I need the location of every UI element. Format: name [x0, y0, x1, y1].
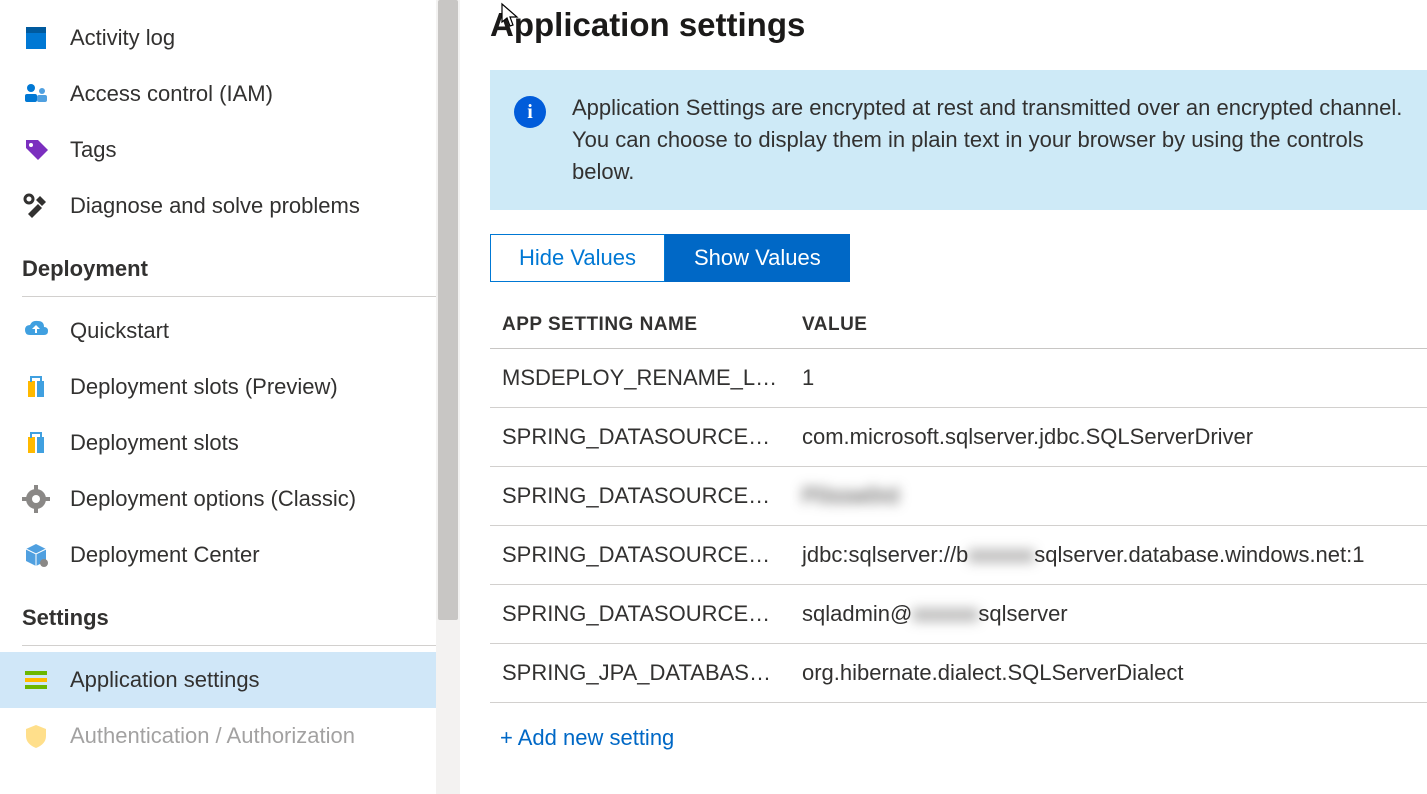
sidebar-item-deployment-options[interactable]: Deployment options (Classic)	[0, 471, 460, 527]
section-header: Deployment	[0, 234, 460, 290]
main-content: Application settings i Application Setti…	[460, 0, 1427, 794]
info-icon: i	[514, 96, 546, 128]
setting-name-cell: SPRING_JPA_DATABASE_PL…	[490, 643, 790, 702]
tag-icon	[22, 136, 50, 164]
table-row[interactable]: SPRING_DATASOURCE_US…sqladmin@xxxxxxsqls…	[490, 584, 1427, 643]
sidebar-item-label: Deployment slots (Preview)	[70, 374, 338, 400]
table-row[interactable]: MSDEPLOY_RENAME_LOC…1	[490, 348, 1427, 407]
sidebar: Activity log Access control (IAM) Tags Diag…	[0, 0, 460, 794]
setting-value-cell: P0ssw0rd	[790, 466, 1427, 525]
sidebar-item-label: Application settings	[70, 667, 260, 693]
table-row[interactable]: SPRING_DATASOURCE_DRI…com.microsoft.sqls…	[490, 407, 1427, 466]
setting-name-cell: SPRING_DATASOURCE_US…	[490, 584, 790, 643]
sidebar-item-label: Deployment options (Classic)	[70, 486, 356, 512]
scrollbar-track	[436, 0, 460, 794]
sidebar-item-diagnose[interactable]: Diagnose and solve problems	[0, 178, 460, 234]
setting-value-cell: 1	[790, 348, 1427, 407]
show-values-button[interactable]: Show Values	[665, 234, 850, 282]
sidebar-item-application-settings[interactable]: Application settings	[0, 652, 460, 708]
setting-value-cell: jdbc:sqlserver://bxxxxxxsqlserver.databa…	[790, 525, 1427, 584]
setting-value-cell: org.hibernate.dialect.SQLServerDialect	[790, 643, 1427, 702]
box-icon	[22, 541, 50, 569]
info-banner-text: Application Settings are encrypted at re…	[572, 92, 1403, 188]
add-new-setting-link[interactable]: + Add new setting	[490, 725, 674, 751]
sidebar-item-label: Authentication / Authorization	[70, 723, 355, 749]
iam-icon	[22, 80, 50, 108]
slots-icon	[22, 373, 50, 401]
slots-icon	[22, 429, 50, 457]
sidebar-item-label: Access control (IAM)	[70, 81, 273, 107]
redacted-value: xxxxxx	[968, 542, 1034, 568]
tools-icon	[22, 192, 50, 220]
auth-icon	[22, 722, 50, 750]
redacted-value: xxxxxx	[912, 601, 978, 627]
setting-name-cell: SPRING_DATASOURCE_DRI…	[490, 407, 790, 466]
section-header: Settings	[0, 583, 460, 639]
sidebar-item-label: Activity log	[70, 25, 175, 51]
column-header-value: VALUE	[790, 304, 1427, 349]
redacted-value: P0ssw0rd	[802, 483, 899, 509]
sidebar-item-label: Diagnose and solve problems	[70, 193, 360, 219]
hide-values-button[interactable]: Hide Values	[490, 234, 665, 282]
app-settings-table: APP SETTING NAME VALUE MSDEPLOY_RENAME_L…	[490, 304, 1427, 703]
log-icon	[22, 24, 50, 52]
column-header-name: APP SETTING NAME	[490, 304, 790, 349]
table-row[interactable]: SPRING_DATASOURCE_PA… P0ssw0rd	[490, 466, 1427, 525]
sidebar-item-tags[interactable]: Tags	[0, 122, 460, 178]
sidebar-item-deployment-center[interactable]: Deployment Center	[0, 527, 460, 583]
sidebar-item-label: Tags	[70, 137, 116, 163]
sidebar-item-activity-log[interactable]: Activity log	[0, 10, 460, 66]
gear-icon	[22, 485, 50, 513]
sidebar-item-deployment-slots-preview[interactable]: Deployment slots (Preview)	[0, 359, 460, 415]
cloud-icon	[22, 317, 50, 345]
sidebar-item-label: Deployment Center	[70, 542, 260, 568]
sidebar-item-access-control[interactable]: Access control (IAM)	[0, 66, 460, 122]
setting-value-cell: com.microsoft.sqlserver.jdbc.SQLServerDr…	[790, 407, 1427, 466]
page-title: Application settings	[490, 6, 1427, 44]
setting-name-cell: SPRING_DATASOURCE_PA…	[490, 466, 790, 525]
sidebar-item-deployment-slots[interactable]: Deployment slots	[0, 415, 460, 471]
info-banner: i Application Settings are encrypted at …	[490, 70, 1427, 210]
sidebar-item-label: Deployment slots	[70, 430, 239, 456]
sidebar-item-label: Quickstart	[70, 318, 169, 344]
sidebar-item-auth[interactable]: Authentication / Authorization	[0, 708, 460, 764]
setting-name-cell: SPRING_DATASOURCE_URL	[490, 525, 790, 584]
sidebar-item-quickstart[interactable]: Quickstart	[0, 303, 460, 359]
scrollbar-thumb[interactable]	[438, 0, 458, 620]
setting-value-cell: sqladmin@xxxxxxsqlserver	[790, 584, 1427, 643]
setting-name-cell: MSDEPLOY_RENAME_LOC…	[490, 348, 790, 407]
appsettings-icon	[22, 666, 50, 694]
table-row[interactable]: SPRING_DATASOURCE_URLjdbc:sqlserver://bx…	[490, 525, 1427, 584]
table-row[interactable]: SPRING_JPA_DATABASE_PL…org.hibernate.dia…	[490, 643, 1427, 702]
values-toggle: Hide Values Show Values	[490, 234, 1427, 282]
